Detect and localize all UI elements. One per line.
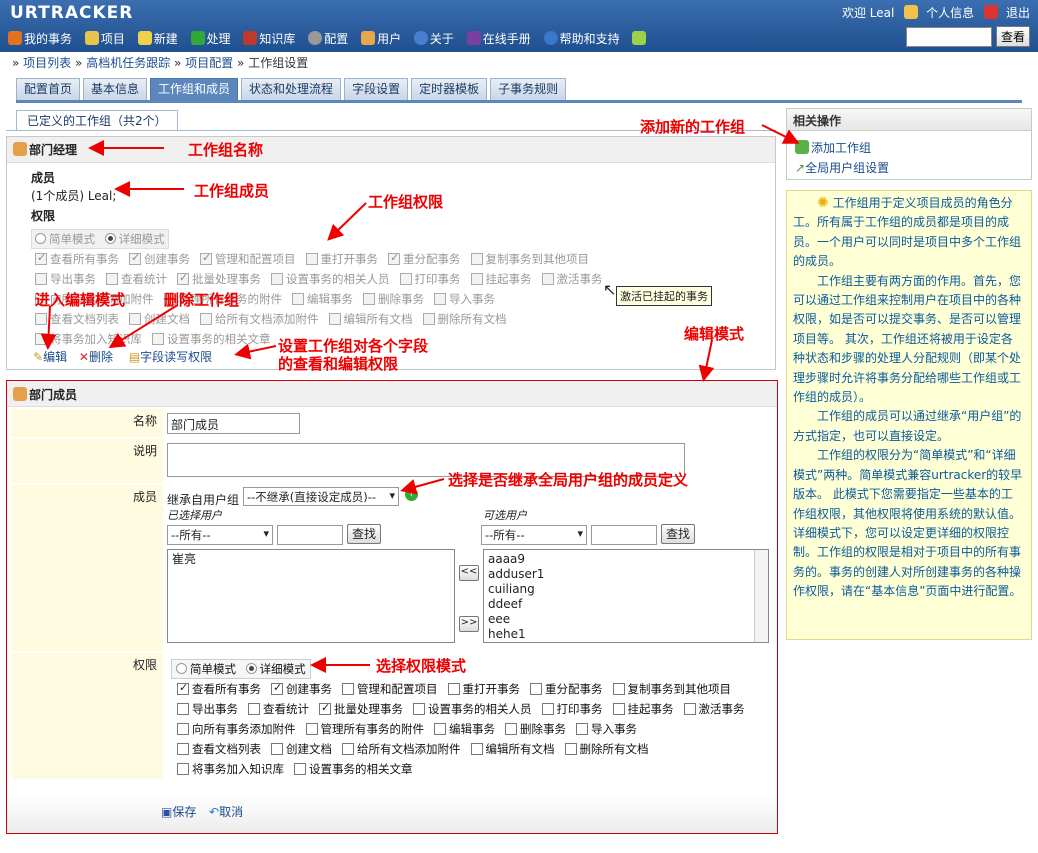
annotation-arrows	[40, 124, 800, 673]
